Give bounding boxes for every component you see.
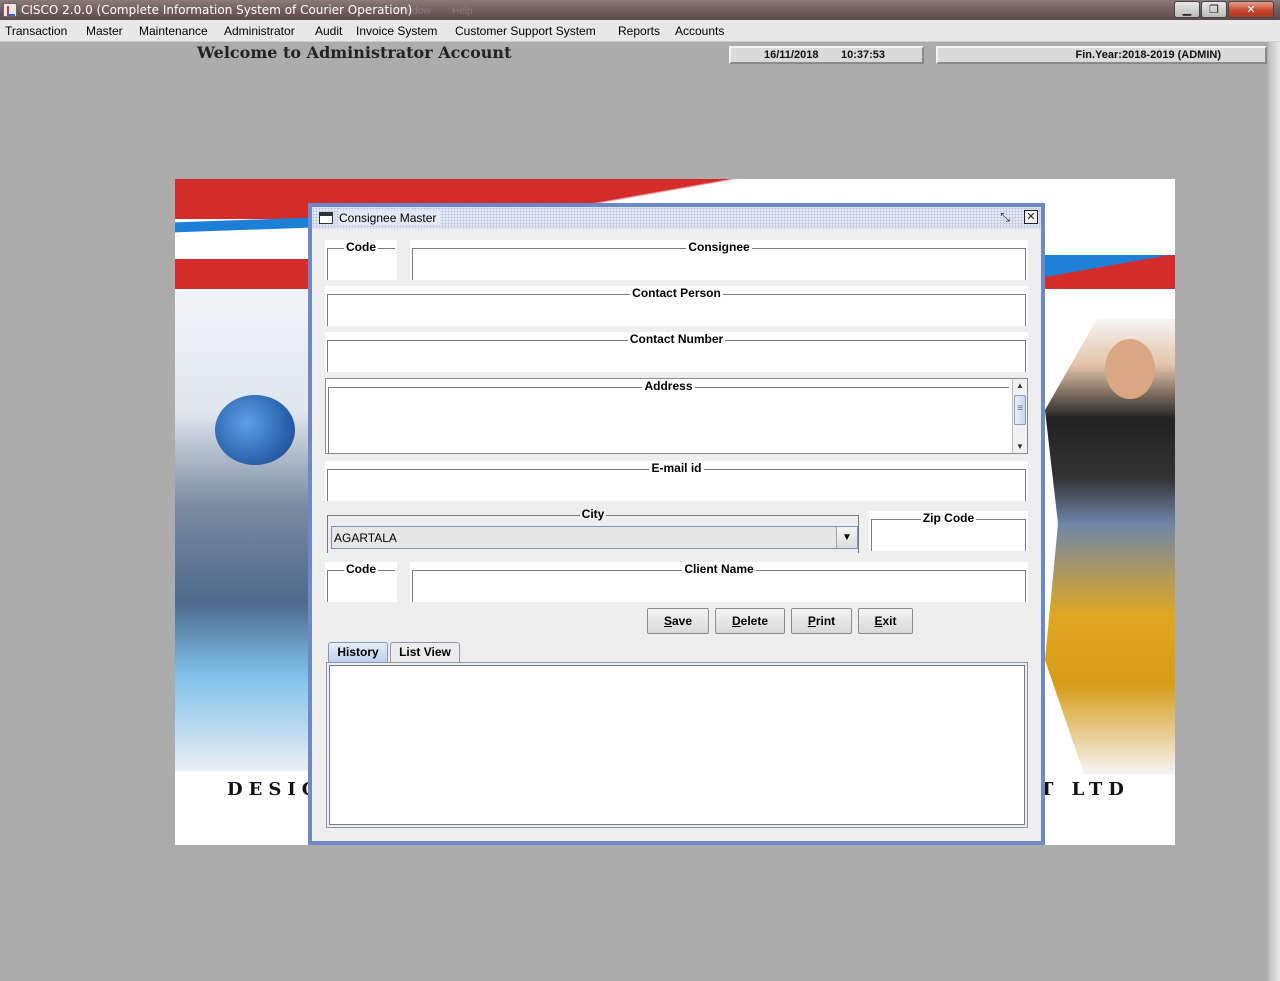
print-mnemonic: P [807, 614, 816, 628]
window-title-bar: CISCO 2.0.0 (Complete Information System… [0, 0, 1280, 20]
poster-text-right: T LTD [1040, 779, 1130, 800]
client-code-field[interactable]: Code [325, 562, 397, 602]
city-selected-value: AGARTALA [334, 531, 397, 545]
menu-customer-support[interactable]: Customer Support System [455, 24, 596, 38]
menu-master[interactable]: Master [86, 24, 123, 38]
restore-icon: ❐ [1209, 4, 1219, 16]
menu-invoice-system[interactable]: Invoice System [356, 24, 437, 38]
maximize-button[interactable]: ❐ [1201, 1, 1227, 18]
scroll-down-arrow-icon[interactable]: ▼ [1013, 440, 1027, 453]
menu-reports[interactable]: Reports [618, 24, 660, 38]
exit-label: xit [882, 614, 897, 628]
exit-mnemonic: E [874, 614, 883, 628]
save-label: ave [671, 614, 693, 628]
minimize-button[interactable]: ▁ [1174, 1, 1200, 18]
history-content-area[interactable] [329, 665, 1025, 825]
address-label: Address [326, 379, 1011, 393]
courier-person-image [1105, 339, 1155, 399]
scroll-thumb[interactable] [1014, 395, 1026, 425]
city-select[interactable]: AGARTALA ▼ [331, 526, 858, 549]
zip-code-label: Zip Code [869, 511, 1028, 525]
address-label-text: Address [642, 379, 695, 393]
menu-bar: Transaction Master Maintenance Administr… [0, 20, 1280, 42]
menu-transaction[interactable]: Transaction [5, 24, 67, 38]
code-label: Code [325, 240, 397, 254]
code-field[interactable]: Code [325, 240, 397, 280]
java-app-icon [3, 3, 17, 17]
poster-band-right [1035, 255, 1175, 289]
menu-maintenance[interactable]: Maintenance [139, 24, 208, 38]
contact-person-label: Contact Person [325, 286, 1028, 300]
consignee-label-text: Consignee [686, 240, 752, 254]
date-time-status: 16/11/2018 10:37:53 [729, 46, 924, 64]
close-icon: ✕ [1026, 211, 1036, 223]
ghost-menu-help: Help [452, 6, 473, 17]
print-label: rint [815, 614, 836, 628]
minimize-icon: ▁ [1182, 4, 1192, 16]
tab-history[interactable]: History [328, 642, 388, 662]
city-label: City [325, 507, 861, 521]
zip-code-field[interactable]: Zip Code [869, 511, 1028, 551]
status-time: 10:37:53 [841, 49, 886, 61]
client-code-label: Code [325, 562, 397, 576]
frame-title-bar[interactable]: Consignee Master ⤡ ✕ [312, 207, 1041, 229]
contact-person-field[interactable]: Contact Person [325, 286, 1028, 326]
address-field[interactable]: Address ▲ ▼ [325, 378, 1028, 454]
chevron-down-icon[interactable]: ▼ [836, 527, 857, 548]
poster-red-band-left [175, 259, 315, 289]
frame-iconify-button[interactable]: ⤡ [998, 211, 1012, 225]
consignee-label: Consignee [410, 240, 1028, 254]
client-name-field[interactable]: Client Name [410, 562, 1028, 602]
email-label: E-mail id [325, 461, 1028, 475]
client-name-label-text: Client Name [682, 562, 756, 576]
address-border [328, 387, 1009, 453]
scroll-up-arrow-icon[interactable]: ▲ [1013, 379, 1027, 392]
desktop-scroll-edge [1268, 42, 1280, 981]
city-label-text: City [579, 507, 607, 521]
exit-button[interactable]: Exit [858, 608, 913, 634]
email-label-text: E-mail id [649, 461, 704, 475]
frame-window-icon [319, 212, 333, 224]
client-name-label: Client Name [410, 562, 1028, 576]
close-icon: ✕ [1246, 4, 1256, 16]
fin-year-text: Fin.Year:2018-2019 (ADMIN) [1075, 49, 1222, 61]
tab-list-view[interactable]: List View [390, 642, 460, 662]
contact-number-field[interactable]: Contact Number [325, 332, 1028, 372]
frame-close-button[interactable]: ✕ [1024, 210, 1038, 224]
contact-person-label-text: Contact Person [630, 286, 723, 300]
consignee-field[interactable]: Consignee [410, 240, 1028, 280]
contact-number-label-text: Contact Number [627, 332, 726, 346]
contact-number-label: Contact Number [325, 332, 1028, 346]
status-date: 16/11/2018 [764, 49, 819, 61]
save-button[interactable]: Save [647, 608, 709, 634]
delete-mnemonic: D [731, 614, 741, 628]
client-code-label-text: Code [344, 562, 378, 576]
zip-code-label-text: Zip Code [920, 511, 977, 525]
history-tab-panel [326, 662, 1028, 828]
ghost-menu-window: Window [395, 6, 431, 17]
iconify-icon: ⤡ [1000, 210, 1010, 224]
code-label-text: Code [344, 240, 378, 254]
email-field[interactable]: E-mail id [325, 461, 1028, 501]
fin-year-status: Fin.Year:2018-2019 (ADMIN) [936, 46, 1267, 64]
close-window-button[interactable]: ✕ [1228, 1, 1274, 18]
save-mnemonic: S [663, 614, 672, 628]
address-scrollbar[interactable]: ▲ ▼ [1012, 379, 1027, 453]
menu-accounts[interactable]: Accounts [675, 24, 724, 38]
poster-left-collage [175, 291, 310, 771]
welcome-heading: Welcome to Administrator Account [197, 43, 512, 62]
menu-audit[interactable]: Audit [315, 24, 342, 38]
delete-button[interactable]: Delete [715, 608, 785, 634]
window-title: CISCO 2.0.0 (Complete Information System… [21, 3, 413, 17]
print-button[interactable]: Print [791, 608, 852, 634]
globe-image [215, 395, 295, 465]
frame-title: Consignee Master [339, 211, 441, 225]
menu-administrator[interactable]: Administrator [224, 24, 295, 38]
delete-label: elete [740, 614, 769, 628]
